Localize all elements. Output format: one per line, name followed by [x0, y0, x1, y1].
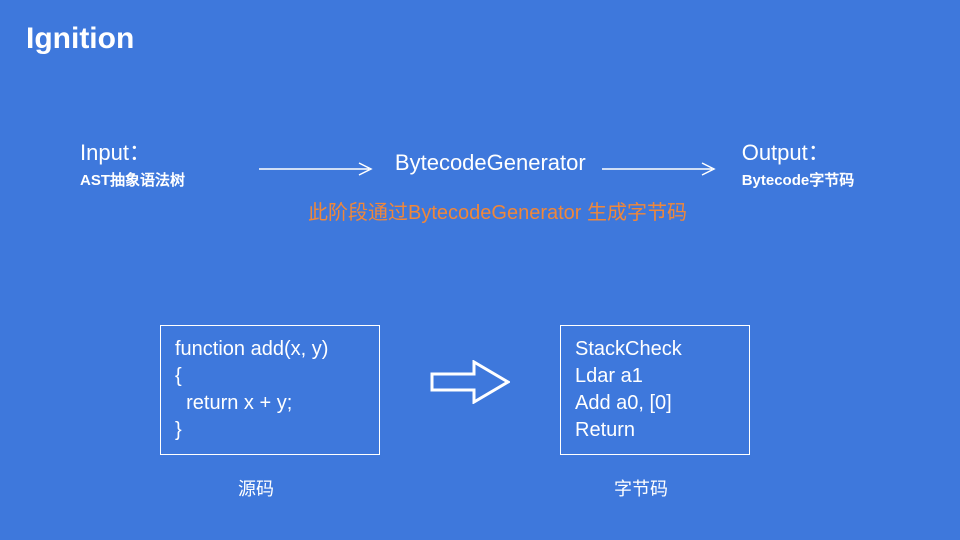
input-block: Input： AST抽象语法树 [80, 135, 249, 190]
stage-note: 此阶段通过BytecodeGenerator 生成字节码 [308, 200, 687, 227]
output-label: Output： [742, 135, 920, 167]
arrow-icon [259, 162, 379, 163]
input-label: Input： [80, 135, 249, 167]
source-code-box: function add(x, y) { return x + y; } [160, 325, 380, 455]
bytecode-box: StackCheck Ldar a1 Add a0, [0] Return [560, 325, 750, 455]
arrow-icon [602, 162, 722, 163]
source-caption: 源码 [238, 475, 274, 501]
bytecode-caption: 字节码 [614, 475, 668, 501]
big-arrow-icon [430, 360, 510, 404]
flow-row: Input： AST抽象语法树 BytecodeGenerator Output… [80, 135, 920, 190]
input-sublabel: AST抽象语法树 [80, 169, 249, 190]
slide-title: Ignition [26, 22, 134, 56]
output-sublabel: Bytecode字节码 [742, 169, 920, 190]
generator-label: BytecodeGenerator [389, 150, 592, 176]
output-block: Output： Bytecode字节码 [742, 135, 920, 190]
